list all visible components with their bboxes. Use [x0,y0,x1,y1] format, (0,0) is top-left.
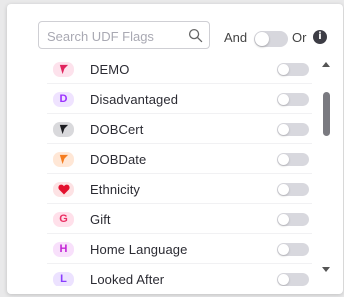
toggle-knob [278,244,289,255]
flag-toggle-demo[interactable] [277,63,309,76]
toggle-knob [255,32,269,46]
flag-row-looked-after[interactable]: L Looked After [47,264,312,286]
scroll-down-arrow-icon[interactable] [322,267,330,272]
flag-badge: D [53,92,74,107]
search-box [38,21,210,49]
flag-toggle-gift[interactable] [277,213,309,226]
and-or-toggle[interactable] [254,31,288,47]
flag-label: DEMO [90,62,130,77]
flag-badge [53,122,74,137]
scroll-up-arrow-icon[interactable] [322,62,330,67]
info-icon[interactable]: i [313,30,327,44]
flag-toggle-dobcert[interactable] [277,123,309,136]
flag-row-dobcert[interactable]: DOBCert [47,114,312,144]
toggle-knob [278,184,289,195]
toggle-knob [278,154,289,165]
toggle-knob [278,94,289,105]
flag-label: Home Language [90,242,188,257]
flag-badge [53,62,74,77]
and-label: And [224,30,248,45]
flag-badge [53,152,74,167]
flag-row-disadvantaged[interactable]: D Disadvantaged [47,84,312,114]
flag-toggle-disadvantaged[interactable] [277,93,309,106]
or-label: Or [292,30,307,45]
flag-row-home-language[interactable]: H Home Language [47,234,312,264]
flag-toggle-home-language[interactable] [277,243,309,256]
flag-badge [53,182,74,197]
flag-row-ethnicity[interactable]: Ethnicity [47,174,312,204]
flag-list: DEMO D Disadvantaged DOBCert DOBDate Eth… [7,54,315,286]
flag-toggle-dobdate[interactable] [277,153,309,166]
flag-icon [59,124,69,135]
search-icon[interactable] [188,28,203,43]
flag-badge: G [53,212,74,227]
toggle-knob [278,214,289,225]
flag-label: Looked After [90,272,165,286]
search-input[interactable] [47,27,181,45]
toggle-knob [278,124,289,135]
flag-label: DOBDate [90,152,147,167]
flag-toggle-looked-after[interactable] [277,273,309,286]
flag-label: DOBCert [90,122,144,137]
toggle-knob [278,274,289,285]
list-scrollbar[interactable] [319,54,333,286]
flag-badge: L [53,272,74,286]
scroll-thumb[interactable] [323,92,330,136]
flag-row-dobdate[interactable]: DOBDate [47,144,312,174]
flag-toggle-ethnicity[interactable] [277,183,309,196]
flag-label: Gift [90,212,111,227]
heart-icon [57,184,70,195]
flag-row-gift[interactable]: G Gift [47,204,312,234]
udf-flags-panel: And Or i DEMO D Disadvantaged [7,4,343,294]
flag-row-demo[interactable]: DEMO [47,54,312,84]
flag-label: Disadvantaged [90,92,179,107]
flag-badge: H [53,242,74,257]
flag-label: Ethnicity [90,182,141,197]
toggle-knob [278,64,289,75]
flag-icon [59,64,69,75]
flag-icon [59,154,69,165]
